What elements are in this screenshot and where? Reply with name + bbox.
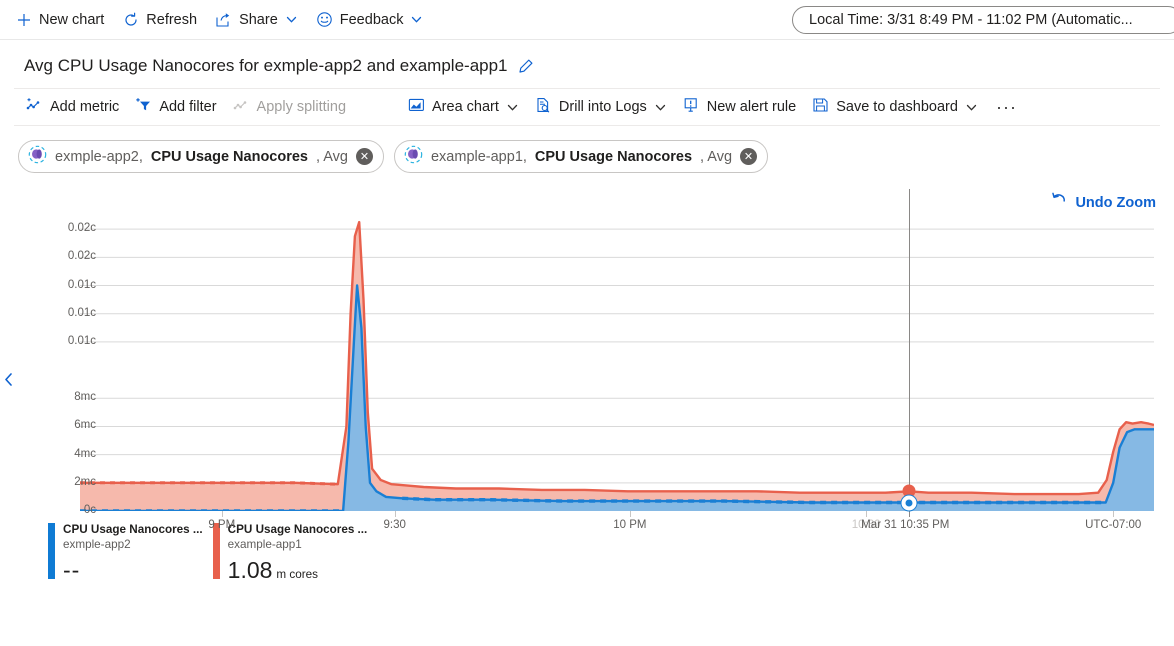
new-chart-button[interactable]: New chart [6,4,113,36]
share-button[interactable]: Share [206,4,307,36]
y-axis-tick-label: 0.01c [50,335,96,347]
drill-into-logs-label: Drill into Logs [559,99,647,115]
x-axis-tick-mark [866,511,867,517]
y-axis-tick-label: 0.01c [50,279,96,291]
chevron-down-icon [506,101,519,114]
add-metric-icon [26,97,43,117]
legend-item[interactable]: CPU Usage Nanocores ... example-app1 1.0… [213,523,368,582]
y-axis-tick-label: 6mc [50,419,96,431]
add-metric-label: Add metric [50,99,119,115]
refresh-icon [122,11,139,28]
chart-plot-area[interactable] [80,201,1154,511]
area-chart-label: Area chart [432,99,499,115]
resource-icon [28,145,47,168]
x-axis-tick-label: 10 PM [613,519,646,531]
x-axis-tick-label: UTC-07:00 [1085,519,1141,531]
chart-title-row: Avg CPU Usage Nanocores for exmple-app2 … [0,40,1174,88]
legend-value: -- [63,558,80,582]
metrics-chart[interactable]: 0.02c0.02c0.01c0.01c0.01c8mc6mc4mc2mc0c9… [0,189,1174,519]
area-chart-button[interactable]: Area chart [400,92,527,122]
x-axis-tick-mark [1113,511,1114,517]
command-bar: New chart Refresh Share [0,0,1174,40]
save-to-dashboard-label: Save to dashboard [836,99,958,115]
add-filter-icon [135,97,152,117]
legend-metric-name: CPU Usage Nanocores ... [63,523,203,537]
metric-chip[interactable]: example-app1, CPU Usage Nanocores , Avg … [394,140,768,173]
y-axis-tick-label: 8mc [50,391,96,403]
share-label: Share [239,12,278,28]
hover-marker-blue [902,495,917,510]
smiley-icon [316,11,333,28]
legend-metric-name: CPU Usage Nanocores ... [228,523,368,537]
chip-aggregation: , Avg [316,149,348,165]
metric-chip[interactable]: exmple-app2, CPU Usage Nanocores , Avg ✕ [18,140,384,173]
apply-splitting-label: Apply splitting [257,99,346,115]
toolbar-overflow-button[interactable]: ··· [986,97,1027,118]
chip-metric: CPU Usage Nanocores [151,149,308,165]
legend-item[interactable]: CPU Usage Nanocores ... exmple-app2 -- [48,523,203,582]
y-axis-tick-label: 0.01c [50,307,96,319]
pencil-icon[interactable] [517,58,534,75]
time-range-picker[interactable]: Local Time: 3/31 8:49 PM - 11:02 PM (Aut… [792,6,1174,34]
drill-logs-icon [535,97,552,117]
feedback-label: Feedback [340,12,404,28]
splitting-icon [233,97,250,117]
resource-icon [404,145,423,168]
legend-resource-name: example-app1 [228,537,368,552]
x-axis-tick-mark [222,511,223,517]
save-to-dashboard-button[interactable]: Save to dashboard [804,92,986,122]
chip-aggregation: , Avg [700,149,732,165]
x-axis-tick-mark [395,511,396,517]
y-axis-tick-label: 2mc [50,476,96,488]
crosshair-line [909,189,910,517]
plus-icon [15,11,32,28]
close-icon[interactable]: ✕ [740,148,757,165]
y-axis-tick-label: 0.02c [50,222,96,234]
feedback-button[interactable]: Feedback [307,4,433,36]
alert-rule-icon [683,97,700,117]
area-chart-icon [408,97,425,117]
y-axis-tick-label: 4mc [50,448,96,460]
page-title: Avg CPU Usage Nanocores for exmple-app2 … [24,56,508,76]
time-range-label: Local Time: 3/31 8:49 PM - 11:02 PM (Aut… [809,12,1133,28]
metric-chip-list: exmple-app2, CPU Usage Nanocores , Avg ✕… [0,126,1174,173]
refresh-label: Refresh [146,12,197,28]
legend-color-swatch [213,523,220,579]
close-icon[interactable]: ✕ [356,148,373,165]
chevron-down-icon [654,101,667,114]
chip-metric: CPU Usage Nanocores [535,149,692,165]
chart-toolbar: Add metric Add filter Apply splitting [14,88,1160,126]
drill-into-logs-button[interactable]: Drill into Logs [527,92,675,122]
add-metric-button[interactable]: Add metric [18,92,127,122]
chip-resource: example-app1, [431,149,527,165]
legend-value: 1.08 [228,558,273,582]
chip-resource: exmple-app2, [55,149,143,165]
crosshair-time-label: Mar 31 10:35 PM [861,519,949,531]
x-axis-tick-label: 9:30 [383,519,405,531]
chart-svg [80,201,1154,511]
apply-splitting-button[interactable]: Apply splitting [225,92,354,122]
x-axis-tick-mark [630,511,631,517]
save-icon [812,97,829,117]
chevron-down-icon [965,101,978,114]
share-icon [215,11,232,28]
y-axis-tick-label: 0c [50,504,96,516]
legend-color-swatch [48,523,55,579]
chart-legend: CPU Usage Nanocores ... exmple-app2 -- C… [0,519,1174,582]
x-axis-tick-label: 9 PM [208,519,235,531]
new-alert-rule-label: New alert rule [707,99,796,115]
add-filter-label: Add filter [159,99,216,115]
legend-unit: m cores [276,568,318,581]
new-alert-rule-button[interactable]: New alert rule [675,92,804,122]
y-axis-tick-label: 0.02c [50,250,96,262]
legend-resource-name: exmple-app2 [63,537,203,552]
refresh-button[interactable]: Refresh [113,4,206,36]
add-filter-button[interactable]: Add filter [127,92,224,122]
chevron-down-icon [410,13,423,26]
chevron-down-icon [285,13,298,26]
new-chart-label: New chart [39,12,104,28]
